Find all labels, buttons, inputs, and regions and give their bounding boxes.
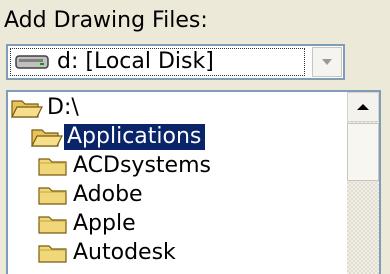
- chevron-down-icon: [322, 59, 332, 65]
- tree-item-apple[interactable]: Apple: [36, 210, 140, 238]
- tree-item-applications[interactable]: Applications: [30, 123, 206, 151]
- arrow-up-icon: [357, 104, 369, 110]
- tree-item-label: D:\: [47, 95, 79, 120]
- add-drawing-files-label: Add Drawing Files:: [4, 8, 208, 33]
- tree-item-autodesk[interactable]: Autodesk: [36, 239, 180, 267]
- scroll-thumb[interactable]: [347, 123, 379, 181]
- tree-item-label: ACDsystems: [73, 153, 211, 178]
- folder-icon: [38, 245, 67, 263]
- tree-item-label: Applications: [64, 124, 206, 150]
- tree-item-label: Adobe: [73, 182, 143, 207]
- drive-select-text: d: [Local Disk]: [57, 49, 214, 74]
- open-folder-icon: [31, 129, 63, 147]
- tree-item-adobe[interactable]: Adobe: [36, 181, 147, 209]
- tree-item-acdsystems[interactable]: ACDsystems: [36, 152, 215, 180]
- folder-icon: [38, 216, 67, 234]
- add-drawing-files-panel: Add Drawing Files: d: [Local Disk] D:\ A…: [0, 0, 390, 274]
- folder-icon: [38, 158, 67, 176]
- folder-tree[interactable]: D:\ Applications ACDsystems Adobe Apple …: [6, 90, 381, 274]
- drive-select-dropdown-button[interactable]: [312, 47, 342, 77]
- scroll-up-button[interactable]: [347, 92, 379, 122]
- tree-item-label: Autodesk: [73, 240, 176, 265]
- drive-select-value[interactable]: d: [Local Disk]: [10, 48, 305, 76]
- tree-item-drive-root[interactable]: D:\: [10, 94, 83, 122]
- open-folder-icon: [11, 100, 43, 118]
- vertical-scrollbar[interactable]: [347, 92, 379, 274]
- folder-icon: [38, 187, 67, 205]
- drive-select[interactable]: d: [Local Disk]: [6, 44, 345, 80]
- hard-drive-icon: [15, 55, 49, 69]
- tree-item-label: Apple: [73, 211, 136, 236]
